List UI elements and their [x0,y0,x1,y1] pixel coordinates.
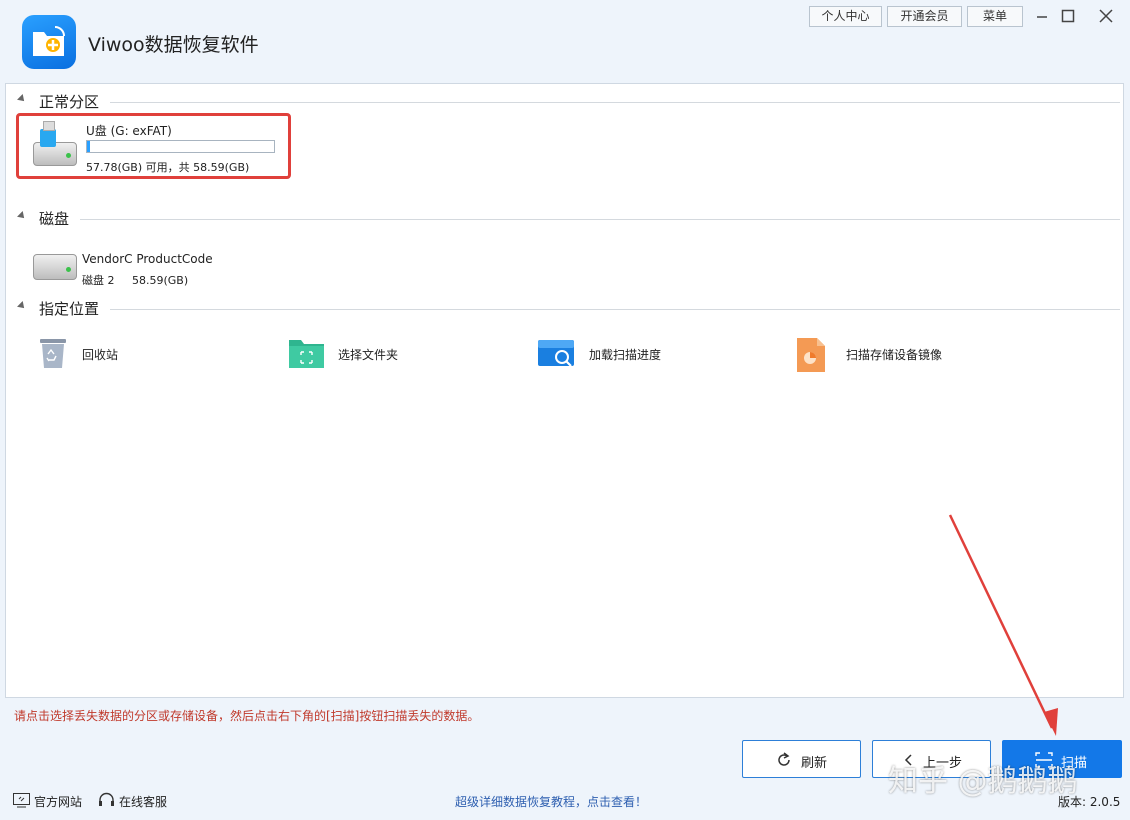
section-disks[interactable]: 磁盘 [17,208,1120,229]
section-locations[interactable]: 指定位置 [17,298,1120,319]
website-icon [13,793,30,808]
maximize-icon[interactable] [1058,6,1078,26]
partition-name: U盘 (G: exFAT) [86,124,172,138]
collapse-triangle-icon[interactable] [17,94,27,104]
tutorial-link[interactable]: 超级详细数据恢复教程，点击查看！ [455,793,647,810]
section-normal-partitions[interactable]: 正常分区 [17,91,1120,112]
partition-usb-drive[interactable]: U盘 (G: exFAT) 57.78(GB) 可用，共 58.59(GB) [16,113,291,179]
disk-info: 磁盘 2 58.59(GB) [82,274,189,287]
minimize-icon[interactable] [1032,6,1052,26]
folder-icon [288,336,324,370]
app-logo-icon [22,15,76,69]
official-website-link[interactable]: 官方网站 [34,793,82,810]
collapse-triangle-icon[interactable] [17,211,27,221]
partition-usage-bar [86,140,275,153]
section-label: 指定位置 [39,298,108,319]
location-label: 扫描存储设备镜像 [846,348,943,362]
online-support-link[interactable]: 在线客服 [119,793,167,810]
collapse-triangle-icon[interactable] [17,301,27,311]
location-label: 回收站 [82,348,119,362]
scan-progress-icon [537,336,574,370]
watermark: 知乎 @鹅鹅鹅 [888,764,1078,799]
membership-button[interactable]: 开通会员 [887,6,962,27]
section-label: 磁盘 [39,208,78,229]
disk-image-icon [794,336,828,372]
refresh-label: 刷新 [801,756,828,771]
instruction-hint: 请点击选择丢失数据的分区或存储设备，然后点击右下角的[扫描]按钮扫描丢失的数据。 [14,709,480,723]
close-icon[interactable] [1096,6,1116,26]
device-panel: 正常分区 U盘 (G: exFAT) 57.78(GB) 可用，共 58.59(… [5,83,1124,698]
headset-icon [99,792,114,806]
location-label: 选择文件夹 [338,348,399,362]
title-bar: Viwoo数据恢复软件 个人中心 开通会员 菜单 [0,0,1130,82]
refresh-icon [778,752,790,766]
app-title: Viwoo数据恢复软件 [88,34,259,56]
refresh-button[interactable]: 刷新 [742,740,861,778]
partition-size: 57.78(GB) 可用，共 58.59(GB) [86,161,250,174]
recycle-bin-icon [36,336,70,370]
disk-name: VendorC ProductCode [82,252,213,266]
section-label: 正常分区 [39,91,108,112]
menu-button[interactable]: 菜单 [967,6,1023,27]
location-label: 加载扫描进度 [589,348,662,362]
hard-disk-icon [33,254,77,280]
personal-center-button[interactable]: 个人中心 [809,6,882,27]
